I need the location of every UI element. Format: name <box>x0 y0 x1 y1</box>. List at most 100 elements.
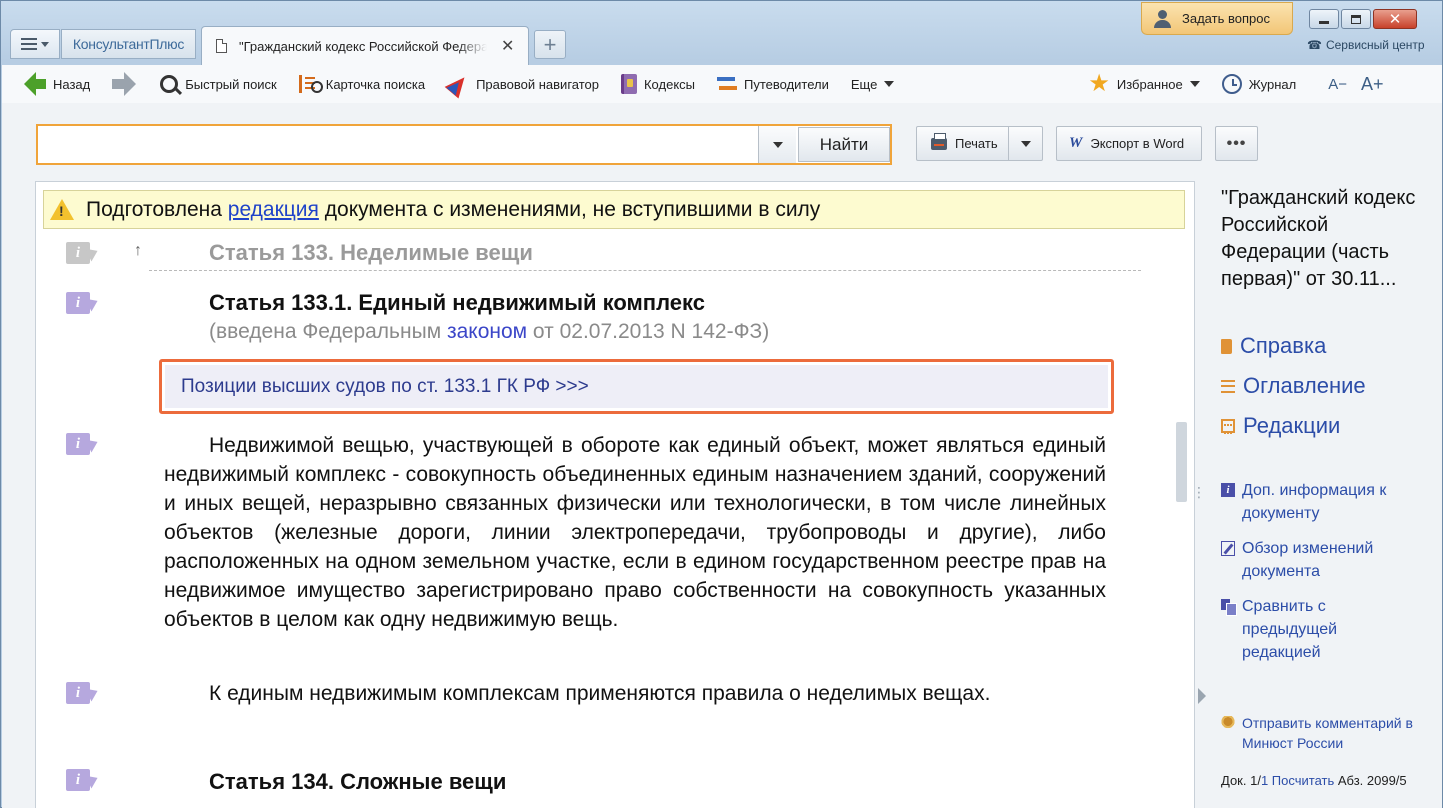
sidebar-link-label: Справка <box>1240 333 1327 358</box>
journal-button[interactable]: Журнал <box>1221 65 1296 103</box>
chevron-down-icon <box>884 81 895 87</box>
forward-arrow-icon <box>112 72 137 96</box>
brand-tab[interactable]: КонсультантПлюс <box>61 29 196 59</box>
back-button[interactable]: Назад <box>24 65 90 103</box>
intro-suffix: от 02.07.2013 N 142-ФЗ) <box>527 320 770 343</box>
chevron-down-icon <box>1189 81 1200 87</box>
info-icon[interactable] <box>66 769 102 793</box>
quick-search-button[interactable]: Быстрый поиск <box>160 65 277 103</box>
document-status-line: Док. 1/1 Посчитать Абз. 2099/5 <box>1221 773 1407 788</box>
article-paragraph: Недвижимой вещью, участвующей в обороте … <box>164 434 1106 631</box>
info-icon[interactable] <box>66 242 102 266</box>
info-icon[interactable] <box>66 433 102 457</box>
sidebar-item-info[interactable]: Справка <box>1221 333 1326 359</box>
favorites-button[interactable]: ★ Избранное <box>1088 65 1200 103</box>
scrollbar-thumb[interactable] <box>1176 422 1187 502</box>
sidebar-extra-info-link[interactable]: i Доп. информация к документу <box>1221 479 1422 525</box>
ask-question-label: Задать вопрос <box>1182 11 1270 26</box>
intro-prefix: (введена Федеральным <box>209 320 447 343</box>
doc-number-link[interactable]: 1 <box>1261 773 1268 788</box>
sidebar-item-editions[interactable]: Редакции <box>1221 413 1340 439</box>
warning-suffix: документа с изменениями, не вступившими … <box>318 197 821 221</box>
sidebar-compare-link[interactable]: Сравнить с предыдущей редакцией <box>1221 595 1362 664</box>
law-link[interactable]: законом <box>447 320 527 343</box>
search-input[interactable] <box>40 128 756 161</box>
find-button[interactable]: Найти <box>798 127 890 162</box>
font-larger-button[interactable]: A+ <box>1361 65 1384 103</box>
panel-splitter-handle[interactable]: ⋮ <box>1192 485 1206 499</box>
emblem-icon <box>1221 716 1235 730</box>
compare-label: Сравнить с предыдущей редакцией <box>1242 598 1338 661</box>
main-toolbar: Назад Быстрый поиск Карточка поиска Прав… <box>2 65 1442 103</box>
sidebar-link-label: Редакции <box>1243 413 1341 438</box>
favorites-label: Избранное <box>1116 76 1183 92</box>
legal-navigator-button[interactable]: Правовой навигатор <box>447 65 599 103</box>
collapse-panel-arrow-icon[interactable] <box>1198 688 1206 704</box>
close-window-button[interactable]: ✕ <box>1373 9 1417 29</box>
print-button-group: Печать <box>916 126 1043 161</box>
document-scrollbar[interactable] <box>1175 237 1188 797</box>
article-paragraph: К единым недвижимым комплексам применяют… <box>209 682 991 705</box>
export-word-button[interactable]: W Экспорт в Word <box>1056 126 1202 161</box>
star-icon: ★ <box>1088 70 1110 97</box>
ask-question-button[interactable]: Задать вопрос <box>1141 2 1293 35</box>
printer-icon <box>931 132 947 150</box>
word-icon: W <box>1069 135 1083 151</box>
send-comment-link[interactable]: Отправить комментарий в Минюст России <box>1221 713 1437 753</box>
print-options-dropdown[interactable] <box>1009 140 1042 147</box>
previous-article-title[interactable]: Статья 133. Неделимые вещи <box>209 240 533 266</box>
info-icon[interactable] <box>66 292 102 316</box>
guides-button[interactable]: Путеводители <box>717 65 829 103</box>
clock-icon <box>1221 74 1242 94</box>
search-card-icon <box>298 75 323 93</box>
maximize-icon <box>1351 14 1361 24</box>
changes-review-label: Обзор изменений документа <box>1242 540 1374 580</box>
book-icon <box>1221 338 1232 354</box>
count-link[interactable]: Посчитать <box>1272 773 1334 788</box>
court-positions-link[interactable]: Позиции высших судов по ст. 133.1 ГК РФ … <box>165 365 1108 408</box>
plus-icon: + <box>543 31 557 57</box>
extra-info-label: Доп. информация к документу <box>1242 482 1387 522</box>
maximize-button[interactable] <box>1341 9 1371 29</box>
info-icon[interactable] <box>66 682 102 706</box>
info-icon: i <box>1221 483 1235 497</box>
export-word-label: Экспорт в Word <box>1090 136 1185 151</box>
app-window: КонсультантПлюс "Гражданский кодекс Росс… <box>0 0 1443 808</box>
edition-warning-banner: Подготовлена редакция документа с измене… <box>43 190 1185 229</box>
article-introduced-note: (введена Федеральным законом от 02.07.20… <box>209 320 769 344</box>
search-icon <box>160 75 179 93</box>
sidebar-link-label: Оглавление <box>1243 373 1366 398</box>
minimize-button[interactable] <box>1309 9 1339 29</box>
edition-link[interactable]: редакция <box>228 198 319 222</box>
compass-icon <box>447 73 469 95</box>
person-question-icon <box>1154 9 1174 28</box>
print-label: Печать <box>955 136 998 151</box>
sidebar-item-contents[interactable]: Оглавление <box>1221 373 1366 399</box>
codes-button[interactable]: Кодексы <box>620 65 695 103</box>
right-sidebar: "Гражданский кодекс Российской Федерации… <box>1212 103 1442 808</box>
font-smaller-button[interactable]: A− <box>1328 65 1347 103</box>
more-label: Еще <box>850 76 878 92</box>
new-tab-button[interactable]: + <box>534 30 566 59</box>
print-button[interactable]: Печать <box>917 127 1009 160</box>
document-icon <box>216 39 227 53</box>
scroll-up-arrow-icon[interactable]: ↑ <box>134 242 142 260</box>
search-history-dropdown[interactable] <box>758 126 796 163</box>
forward-button[interactable] <box>112 65 137 103</box>
tab-row: КонсультантПлюс "Гражданский кодекс Росс… <box>1 1 1442 65</box>
sidebar-changes-review-link[interactable]: Обзор изменений документа <box>1221 537 1422 583</box>
service-center-link[interactable]: ☎ Сервисный центр <box>1307 38 1425 52</box>
service-center-label: Сервисный центр <box>1325 38 1425 52</box>
section-divider <box>149 270 1141 271</box>
more-menu-button[interactable]: Еще <box>850 65 895 103</box>
close-tab-icon[interactable]: ✕ <box>501 36 514 56</box>
back-arrow-icon <box>24 72 46 96</box>
search-card-button[interactable]: Карточка поиска <box>298 65 425 103</box>
back-label: Назад <box>53 76 91 92</box>
minimize-icon <box>1319 20 1329 24</box>
status-suffix: Абз. 2099/5 <box>1334 773 1407 788</box>
chevron-down-icon <box>772 141 783 148</box>
main-menu-button[interactable] <box>10 29 60 59</box>
chevron-down-icon <box>41 41 49 47</box>
tab-document[interactable]: "Гражданский кодекс Российской Федерации… <box>201 26 529 65</box>
